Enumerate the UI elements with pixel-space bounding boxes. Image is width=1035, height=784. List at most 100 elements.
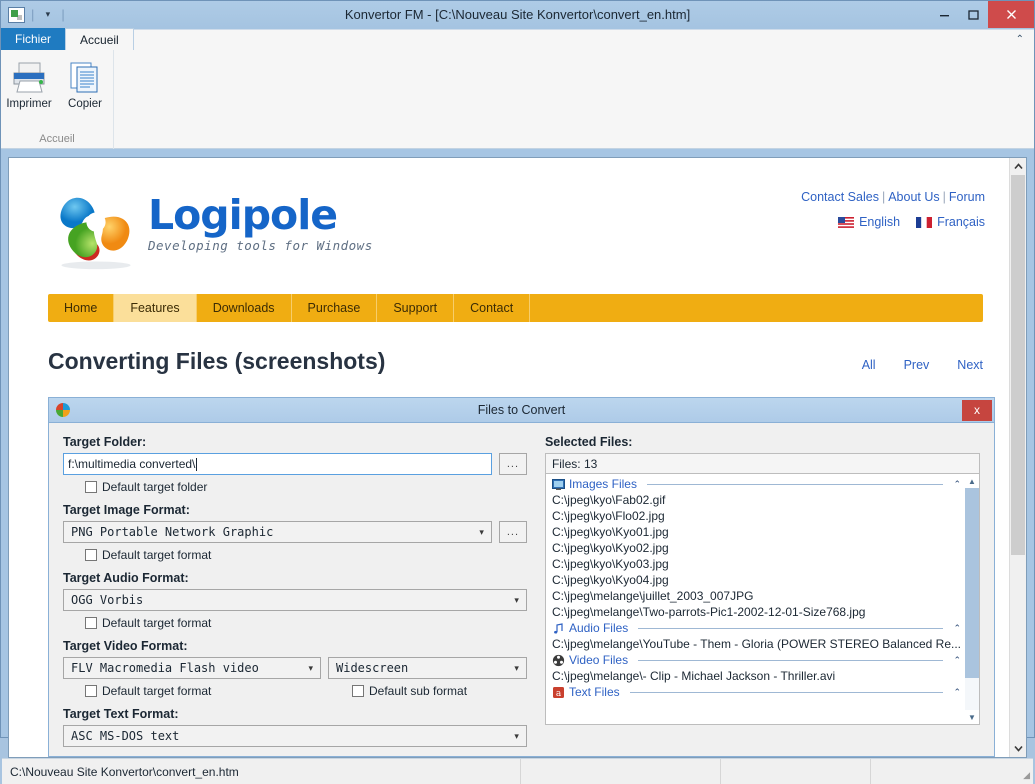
target-image-format-combo[interactable]: PNG Portable Network Graphic ▾ xyxy=(63,521,492,543)
chevron-up-icon[interactable]: ⌃ xyxy=(953,623,961,634)
group-header-video-files[interactable]: Video Files ⌃ xyxy=(546,652,965,668)
nav-item-features[interactable]: Features xyxy=(114,294,197,322)
browse-image-format-button[interactable]: ... xyxy=(498,521,527,543)
target-video-format-combo[interactable]: FLV Macromedia Flash video ▾ xyxy=(63,657,321,679)
label-target-video-format: Target Video Format: xyxy=(63,639,188,653)
link-contact-sales[interactable]: Contact Sales xyxy=(801,190,879,204)
checkbox-default-video-format[interactable]: Default target format xyxy=(85,684,343,698)
document-scrollbar[interactable] xyxy=(1009,158,1026,757)
text-caret xyxy=(196,457,198,471)
app-icon[interactable] xyxy=(8,6,25,23)
lang-english[interactable]: English xyxy=(838,215,900,229)
nav-item-support[interactable]: Support xyxy=(377,294,455,322)
list-item[interactable]: C:\jpeg\kyo\Kyo04.jpg xyxy=(546,572,965,588)
chevron-up-icon[interactable]: ⌃ xyxy=(953,687,961,698)
chevron-down-icon: ▾ xyxy=(514,730,519,741)
target-video-subformat-combo[interactable]: Widescreen ▾ xyxy=(328,657,527,679)
dialog-title-bar: Files to Convert x xyxy=(49,398,994,423)
site-logo[interactable]: Logipole Developing tools for Windows xyxy=(48,176,373,272)
browse-target-folder-button[interactable]: ... xyxy=(498,453,527,475)
chevron-down-icon: ▾ xyxy=(308,662,313,673)
scroll-up-arrow-icon[interactable]: ▲ xyxy=(965,474,979,488)
target-folder-input[interactable]: f:\multimedia converted\ xyxy=(63,453,492,475)
list-item[interactable]: C:\jpeg\melange\- Clip - Michael Jackson… xyxy=(546,668,965,684)
chevron-down-icon: ▾ xyxy=(514,594,519,605)
chevron-up-icon[interactable]: ⌃ xyxy=(953,479,961,490)
checkbox-box[interactable] xyxy=(85,481,97,493)
pager: All Prev Next xyxy=(862,358,983,372)
list-item[interactable]: C:\jpeg\melange\juillet_2003_007JPG xyxy=(546,588,965,604)
ribbon-button-copier[interactable]: Copier xyxy=(59,58,111,110)
audio-files-icon xyxy=(554,622,563,633)
checkbox-default-image-format[interactable]: Default target format xyxy=(85,548,527,562)
close-button[interactable] xyxy=(988,1,1034,28)
selected-files-list[interactable]: Images Files ⌃ C:\jpeg\kyo\Fab02.gif C:\… xyxy=(544,473,980,725)
nav-item-home[interactable]: Home xyxy=(48,294,115,322)
minimize-icon xyxy=(940,15,949,17)
chevron-up-icon[interactable]: ⌃ xyxy=(1016,34,1024,45)
chevron-up-icon[interactable]: ⌃ xyxy=(953,655,961,666)
list-item[interactable]: C:\jpeg\kyo\Kyo03.jpg xyxy=(546,556,965,572)
scroll-up-arrow-icon[interactable] xyxy=(1010,158,1026,175)
scroll-down-arrow-icon[interactable] xyxy=(1010,740,1026,757)
chevron-down-icon[interactable]: ▾ xyxy=(40,7,55,22)
group-label-images-files: Images Files xyxy=(568,477,637,491)
files-scroll-track[interactable] xyxy=(965,488,979,710)
group-header-images-files[interactable]: Images Files ⌃ xyxy=(546,476,965,492)
copy-icon xyxy=(65,58,105,96)
tab-accueil[interactable]: Accueil xyxy=(65,28,134,50)
dialog-right-column: Selected Files: Files: 13 Images Files ⌃… xyxy=(544,435,980,756)
link-about-us[interactable]: About Us xyxy=(888,190,939,204)
checkbox-default-target-folder[interactable]: Default target folder xyxy=(85,480,527,494)
list-item[interactable]: C:\jpeg\kyo\Kyo01.jpg xyxy=(546,524,965,540)
page-title: Converting Files (screenshots) xyxy=(48,348,386,374)
list-item[interactable]: C:\jpeg\kyo\Fab02.gif xyxy=(546,492,965,508)
checkbox-default-audio-format[interactable]: Default target format xyxy=(85,616,527,630)
checkbox-box[interactable] xyxy=(352,685,364,697)
link-forum[interactable]: Forum xyxy=(949,190,985,204)
group-header-audio-files[interactable]: Audio Files ⌃ xyxy=(546,620,965,636)
language-switcher: English Français xyxy=(801,215,985,229)
logo-tagline: Developing tools for Windows xyxy=(148,238,373,253)
label-target-audio-format: Target Audio Format: xyxy=(63,571,189,585)
label-target-folder: Target Folder: xyxy=(63,435,147,449)
page-header: Logipole Developing tools for Windows Co… xyxy=(48,176,985,272)
text-files-icon: a xyxy=(552,686,564,699)
pager-prev[interactable]: Prev xyxy=(904,358,930,372)
ribbon-group-accueil: Imprimer Copier Accueil xyxy=(1,50,114,149)
list-item[interactable]: C:\jpeg\melange\YouTube - Them - Gloria … xyxy=(546,636,965,652)
list-item[interactable]: C:\jpeg\melange\Two-parrots-Pic1-2002-12… xyxy=(546,604,965,620)
checkbox-label: Default target format xyxy=(102,616,212,630)
target-text-format-combo[interactable]: ASC MS-DOS text ▾ xyxy=(63,725,527,747)
checkbox-default-sub-format[interactable]: Default sub format xyxy=(352,684,467,698)
nav-item-purchase[interactable]: Purchase xyxy=(292,294,378,322)
list-item[interactable]: C:\jpeg\kyo\Flo02.jpg xyxy=(546,508,965,524)
quick-access-toolbar: | ▾ | xyxy=(1,6,65,23)
pager-all[interactable]: All xyxy=(862,358,876,372)
pager-next[interactable]: Next xyxy=(957,358,983,372)
page-title-row: Converting Files (screenshots) All Prev … xyxy=(48,348,983,375)
files-scroll-thumb[interactable] xyxy=(965,488,979,678)
document-scroll-track[interactable] xyxy=(1010,175,1026,740)
minimize-button[interactable] xyxy=(930,1,959,28)
tab-fichier[interactable]: Fichier xyxy=(1,28,66,50)
web-page: Logipole Developing tools for Windows Co… xyxy=(9,158,1009,757)
list-item[interactable]: C:\jpeg\kyo\Kyo02.jpg xyxy=(546,540,965,556)
target-audio-format-combo[interactable]: OGG Vorbis ▾ xyxy=(63,589,527,611)
ribbon-body: Imprimer Copier Accueil xyxy=(1,50,1034,149)
nav-item-contact[interactable]: Contact xyxy=(454,294,531,322)
files-list-scrollbar[interactable]: ▲ ▼ xyxy=(965,474,979,724)
ribbon-button-imprimer[interactable]: Imprimer xyxy=(3,58,55,110)
checkbox-box[interactable] xyxy=(85,685,97,697)
resize-grip-icon[interactable]: ◢ xyxy=(1017,759,1033,784)
document-viewport: Logipole Developing tools for Windows Co… xyxy=(9,158,1009,757)
group-header-text-files[interactable]: a Text Files ⌃ xyxy=(546,684,965,700)
maximize-button[interactable] xyxy=(959,1,988,28)
lang-francais[interactable]: Français xyxy=(916,215,985,229)
scroll-down-arrow-icon[interactable]: ▼ xyxy=(965,710,979,724)
document-scroll-thumb[interactable] xyxy=(1011,175,1025,555)
checkbox-box[interactable] xyxy=(85,549,97,561)
nav-item-downloads[interactable]: Downloads xyxy=(197,294,292,322)
checkbox-box[interactable] xyxy=(85,617,97,629)
checkbox-label: Default target folder xyxy=(102,480,208,494)
